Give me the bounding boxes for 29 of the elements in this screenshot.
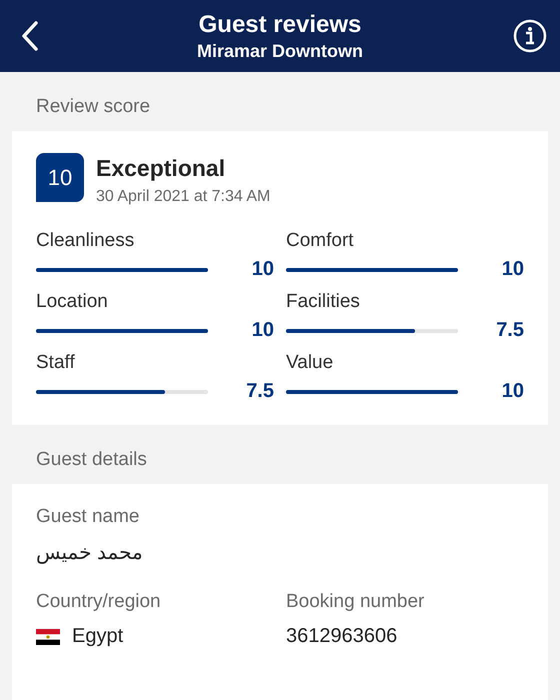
- info-button[interactable]: [512, 18, 548, 54]
- category-name: Comfort: [286, 230, 355, 253]
- field-label: Guest name: [36, 506, 140, 528]
- category-score: 10: [502, 258, 524, 281]
- category-name: Facilities: [286, 291, 361, 314]
- back-chevron-icon: [20, 20, 40, 52]
- info-icon: [512, 19, 547, 53]
- guest-name: محمد خميس: [36, 541, 143, 565]
- category-name: Staff: [36, 352, 76, 375]
- category-score: 10: [252, 319, 274, 342]
- section-label: Guest details: [35, 448, 148, 472]
- category-name: Location: [36, 291, 109, 314]
- rating-text: Exceptional: [96, 155, 226, 182]
- country-name: Egypt: [72, 625, 124, 648]
- category-score: 10: [502, 380, 524, 403]
- flag-icon: [36, 628, 60, 644]
- field-label: Country/region: [36, 591, 162, 613]
- section-label: Review score: [35, 95, 152, 119]
- field-label: Booking number: [286, 591, 426, 613]
- booking-number: 3612963606: [286, 625, 398, 648]
- hotel-name: Miramar Downtown: [196, 40, 363, 62]
- category-name: Value: [286, 352, 334, 375]
- category-score: 7.5: [246, 380, 274, 403]
- screen-title: Guest reviews: [198, 10, 362, 38]
- score-badge: 10: [36, 153, 84, 202]
- category-name: Cleanliness: [36, 230, 136, 253]
- review-date: 30 April 2021 at 7:34 AM: [96, 188, 270, 206]
- category-score: 7.5: [496, 319, 524, 342]
- category-score: 10: [252, 258, 274, 281]
